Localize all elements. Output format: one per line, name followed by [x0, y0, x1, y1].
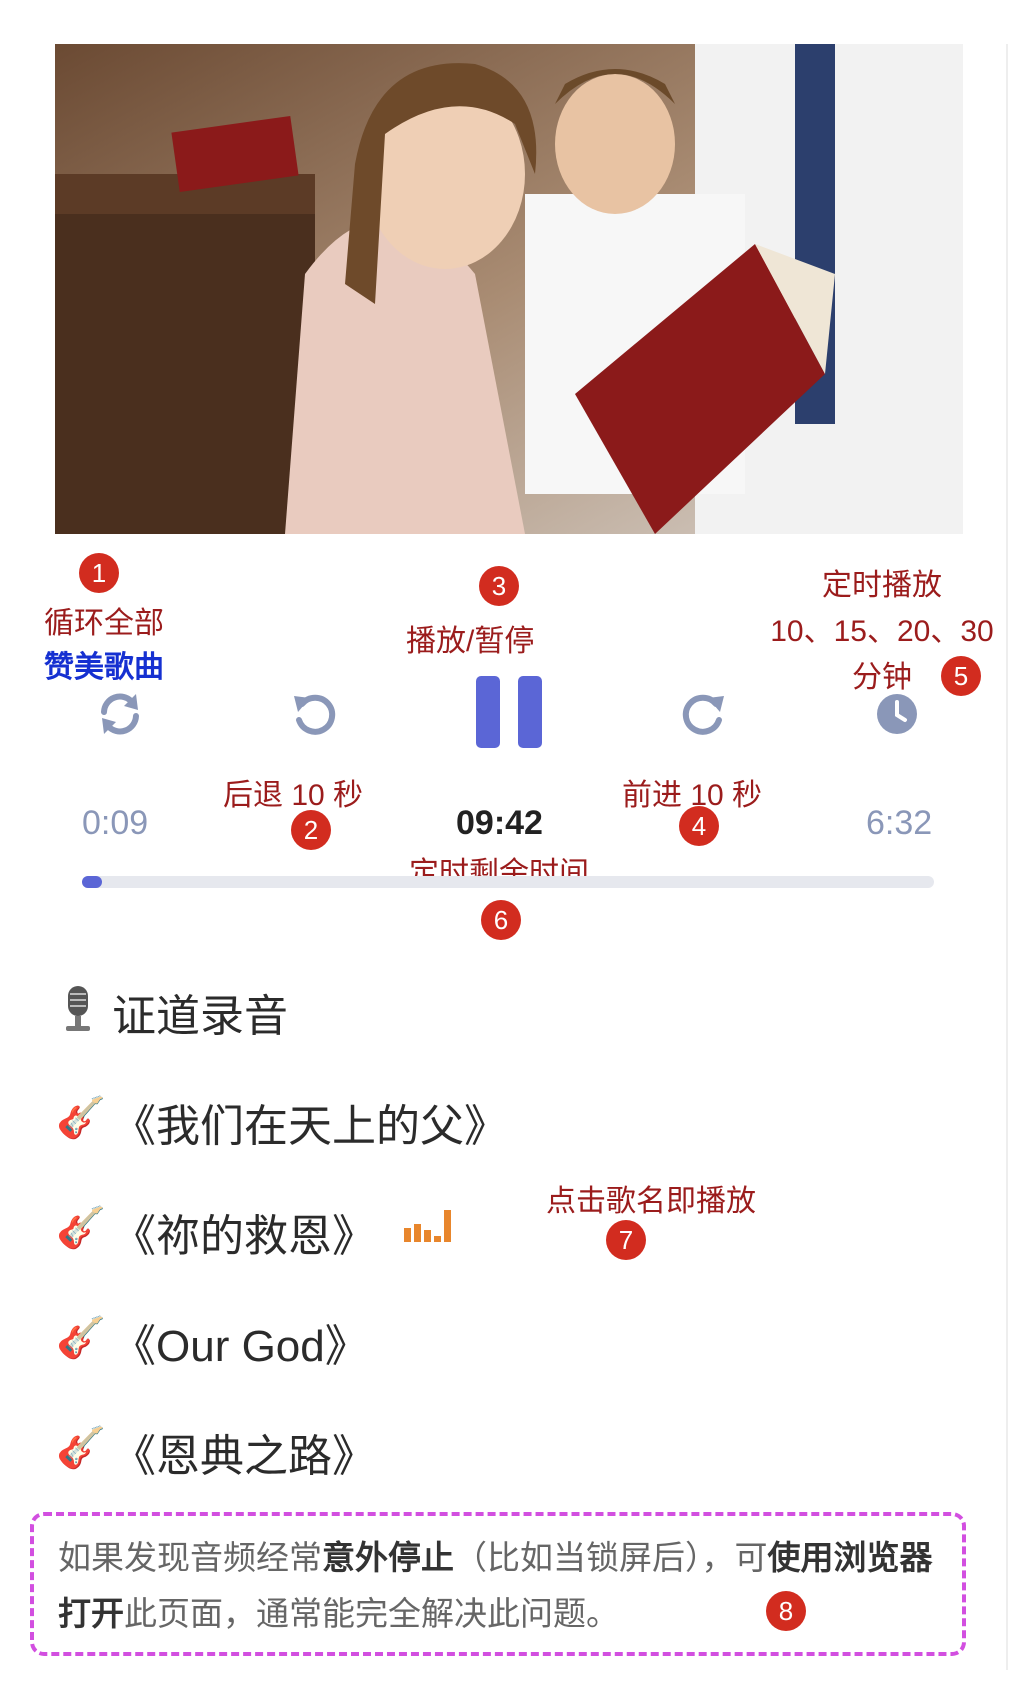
rewind-10-button[interactable]	[288, 686, 344, 742]
guitar-icon: 🎸	[56, 1206, 106, 1250]
notice-text-3: 此页面，通常能完全解决此问题。	[124, 1595, 619, 1632]
annotation-badge-1: 1	[79, 553, 119, 593]
elapsed-time: 0:09	[82, 804, 149, 842]
rewind-10-icon	[294, 694, 336, 735]
guitar-icon: 🎸	[56, 1096, 106, 1140]
annotation-badge-6: 6	[481, 900, 521, 940]
duration-time: 6:32	[866, 804, 933, 842]
annotation-badge-7: 7	[606, 1220, 646, 1260]
annotation-badge-3: 3	[479, 566, 519, 606]
repeat-icon	[101, 693, 139, 735]
annotation-badge-2: 2	[291, 810, 331, 850]
progress-track[interactable]	[82, 876, 934, 888]
page-edge-divider	[1006, 44, 1008, 1670]
progress-fill[interactable]	[82, 876, 102, 888]
annotation-back-label: 后退 10 秒	[223, 779, 364, 812]
sermon-recordings-link[interactable]: 证道录音	[112, 980, 288, 1044]
annotation-badge-4: 4	[679, 806, 719, 846]
annotation-badge-8: 8	[766, 1591, 806, 1631]
microphone-icon	[58, 984, 98, 1034]
guitar-icon: 🎸	[56, 1426, 106, 1470]
notice-box: 如果发现音频经常意外停止（比如当锁屏后），可使用浏览器打开此页面，通常能完全解决…	[30, 1512, 966, 1656]
timer-remaining: 09:42	[456, 804, 543, 842]
pause-icon	[476, 676, 542, 748]
now-playing-bars-icon	[404, 1206, 454, 1246]
repeat-button[interactable]	[92, 686, 148, 742]
guitar-icon: 🎸	[56, 1316, 106, 1360]
annotation-loop-label: 循环全部	[44, 607, 164, 640]
forward-10-icon	[682, 694, 724, 735]
song-item-4[interactable]: 《恩典之路》	[112, 1420, 376, 1484]
annotation-timer-options: 10、15、20、30	[770, 615, 994, 648]
annotation-badge-5: 5	[941, 656, 981, 696]
annotation-tapsong-label: 点击歌名即播放	[546, 1185, 756, 1218]
forward-10-button[interactable]	[674, 686, 730, 742]
annotation-playpause-label: 播放/暂停	[406, 625, 535, 658]
song-item-1[interactable]: 《我们在天上的父》	[112, 1090, 508, 1154]
clock-icon	[877, 694, 917, 734]
cover-photo	[55, 44, 963, 534]
notice-bold-1: 意外停止	[322, 1539, 454, 1576]
annotation-loop-sublabel: 赞美歌曲	[44, 651, 164, 684]
song-item-3[interactable]: 《Our God》	[112, 1310, 369, 1374]
sleep-timer-button[interactable]	[869, 686, 925, 742]
notice-text-1: 如果发现音频经常	[58, 1539, 322, 1576]
annotation-timer-label: 定时播放	[822, 569, 942, 602]
notice-text-2: （比如当锁屏后），可	[454, 1539, 768, 1576]
song-item-2[interactable]: 《祢的救恩》	[112, 1200, 376, 1264]
pause-button[interactable]	[472, 672, 546, 752]
